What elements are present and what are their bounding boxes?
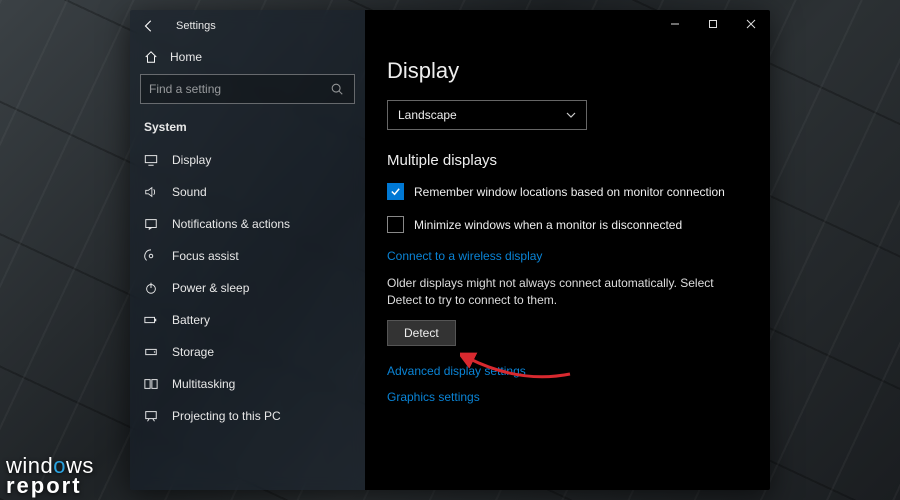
sidebar-item-label: Multitasking — [172, 377, 235, 391]
sidebar-item-power-sleep[interactable]: Power & sleep — [130, 272, 365, 304]
settings-window: Settings Home System Display Sound — [130, 10, 770, 490]
connect-wireless-link[interactable]: Connect to a wireless display — [387, 249, 542, 263]
back-button[interactable] — [136, 13, 162, 39]
arrow-left-icon — [142, 19, 156, 33]
projecting-icon — [144, 409, 158, 423]
minimize-icon — [670, 19, 680, 29]
maximize-icon — [708, 19, 718, 29]
sidebar-item-label: Storage — [172, 345, 214, 359]
remember-locations-checkbox[interactable] — [387, 183, 404, 200]
window-title: Settings — [176, 20, 216, 32]
titlebar: Settings — [130, 10, 365, 42]
sidebar-item-projecting[interactable]: Projecting to this PC — [130, 400, 365, 432]
detect-button[interactable]: Detect — [387, 320, 456, 346]
search-box[interactable] — [140, 74, 355, 104]
storage-icon — [144, 345, 158, 359]
orientation-dropdown[interactable]: Landscape — [387, 100, 587, 130]
main-panel: Display Landscape Multiple displays Reme… — [365, 10, 770, 490]
sidebar-nav: Display Sound Notifications & actions Fo… — [130, 144, 365, 490]
focus-assist-icon — [144, 249, 158, 263]
search-icon — [330, 82, 346, 96]
notifications-icon — [144, 217, 158, 231]
orientation-value: Landscape — [398, 108, 457, 122]
sidebar-item-notifications[interactable]: Notifications & actions — [130, 208, 365, 240]
maximize-button[interactable] — [694, 10, 732, 38]
sidebar: Settings Home System Display Sound — [130, 10, 365, 490]
graphics-settings-link[interactable]: Graphics settings — [387, 390, 480, 404]
remember-locations-label: Remember window locations based on monit… — [414, 185, 725, 199]
minimize-button[interactable] — [656, 10, 694, 38]
watermark: windows report — [6, 456, 94, 496]
multiple-displays-heading: Multiple displays — [387, 152, 748, 169]
sidebar-item-storage[interactable]: Storage — [130, 336, 365, 368]
sidebar-section-label: System — [130, 116, 365, 144]
sidebar-item-label: Sound — [172, 185, 207, 199]
watermark-line1: windows — [6, 456, 94, 476]
watermark-line2: report — [6, 476, 94, 496]
minimize-on-disconnect-checkbox[interactable] — [387, 216, 404, 233]
sound-icon — [144, 185, 158, 199]
sidebar-item-label: Power & sleep — [172, 281, 249, 295]
detect-button-label: Detect — [404, 326, 439, 340]
close-icon — [746, 19, 756, 29]
home-icon — [144, 50, 158, 64]
minimize-on-disconnect-row: Minimize windows when a monitor is disco… — [387, 216, 748, 233]
sidebar-item-label: Battery — [172, 313, 210, 327]
battery-icon — [144, 313, 158, 327]
sidebar-item-label: Notifications & actions — [172, 217, 290, 231]
sidebar-item-battery[interactable]: Battery — [130, 304, 365, 336]
power-icon — [144, 281, 158, 295]
sidebar-item-home[interactable]: Home — [130, 42, 365, 74]
minimize-on-disconnect-label: Minimize windows when a monitor is disco… — [414, 218, 682, 232]
sidebar-item-label: Display — [172, 153, 211, 167]
sidebar-item-label: Focus assist — [172, 249, 239, 263]
sidebar-item-focus-assist[interactable]: Focus assist — [130, 240, 365, 272]
window-controls — [656, 10, 770, 38]
sidebar-item-label: Projecting to this PC — [172, 409, 281, 423]
page-title: Display — [387, 58, 748, 84]
advanced-display-link[interactable]: Advanced display settings — [387, 364, 526, 378]
multitasking-icon — [144, 377, 158, 391]
sidebar-item-sound[interactable]: Sound — [130, 176, 365, 208]
detect-help-text: Older displays might not always connect … — [387, 275, 727, 310]
close-button[interactable] — [732, 10, 770, 38]
remember-locations-row: Remember window locations based on monit… — [387, 183, 748, 200]
sidebar-item-display[interactable]: Display — [130, 144, 365, 176]
home-label: Home — [170, 50, 202, 64]
check-icon — [390, 186, 401, 197]
sidebar-item-multitasking[interactable]: Multitasking — [130, 368, 365, 400]
search-input[interactable] — [149, 82, 330, 96]
chevron-down-icon — [566, 110, 576, 120]
display-icon — [144, 153, 158, 167]
